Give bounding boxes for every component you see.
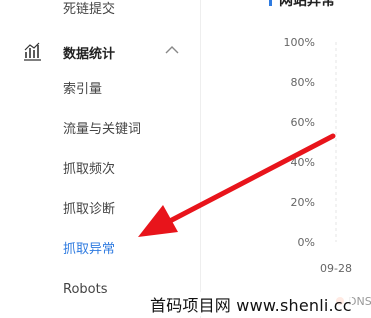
- main-panel: 网站异常 100% 80% 60% 40% 20% 0% 09-28 DNS: [201, 0, 371, 318]
- sidebar-item-crawl-frequency[interactable]: 抓取频次: [63, 162, 115, 178]
- sidebar: 死链提交 数据统计 索引量 流量与关键词 抓取频次 抓取诊断 抓取异常 Robo…: [0, 0, 200, 318]
- sidebar-item-crawl-errors[interactable]: 抓取异常: [63, 242, 115, 258]
- sidebar-item-index-volume[interactable]: 索引量: [63, 82, 102, 98]
- sidebar-item-traffic-keywords[interactable]: 流量与关键词: [63, 122, 141, 138]
- sidebar-item-robots[interactable]: Robots: [63, 282, 107, 298]
- sidebar-section-label: 数据统计: [63, 47, 116, 62]
- y-tick-label: 40%: [291, 156, 315, 169]
- watermark: 首码项目网 www.shenli.cc: [150, 292, 352, 316]
- sidebar-item-crawl-diagnosis[interactable]: 抓取诊断: [63, 202, 115, 218]
- y-tick-label: 0%: [298, 236, 315, 249]
- y-tick-label: 100%: [284, 36, 315, 49]
- chart: 100%80%60%40%20%0% 09-28 DNS: [284, 36, 371, 308]
- sidebar-section-data-stats[interactable]: 数据统计: [0, 38, 200, 64]
- y-tick-label: 60%: [291, 116, 315, 129]
- chevron-up-icon[interactable]: [164, 44, 180, 56]
- y-tick-label: 80%: [291, 76, 315, 89]
- sidebar-item-dead-link[interactable]: 死链提交: [63, 2, 115, 18]
- bar-chart-icon: [24, 42, 41, 61]
- x-tick-label: 09-28: [320, 262, 352, 275]
- y-tick-label: 20%: [291, 196, 315, 209]
